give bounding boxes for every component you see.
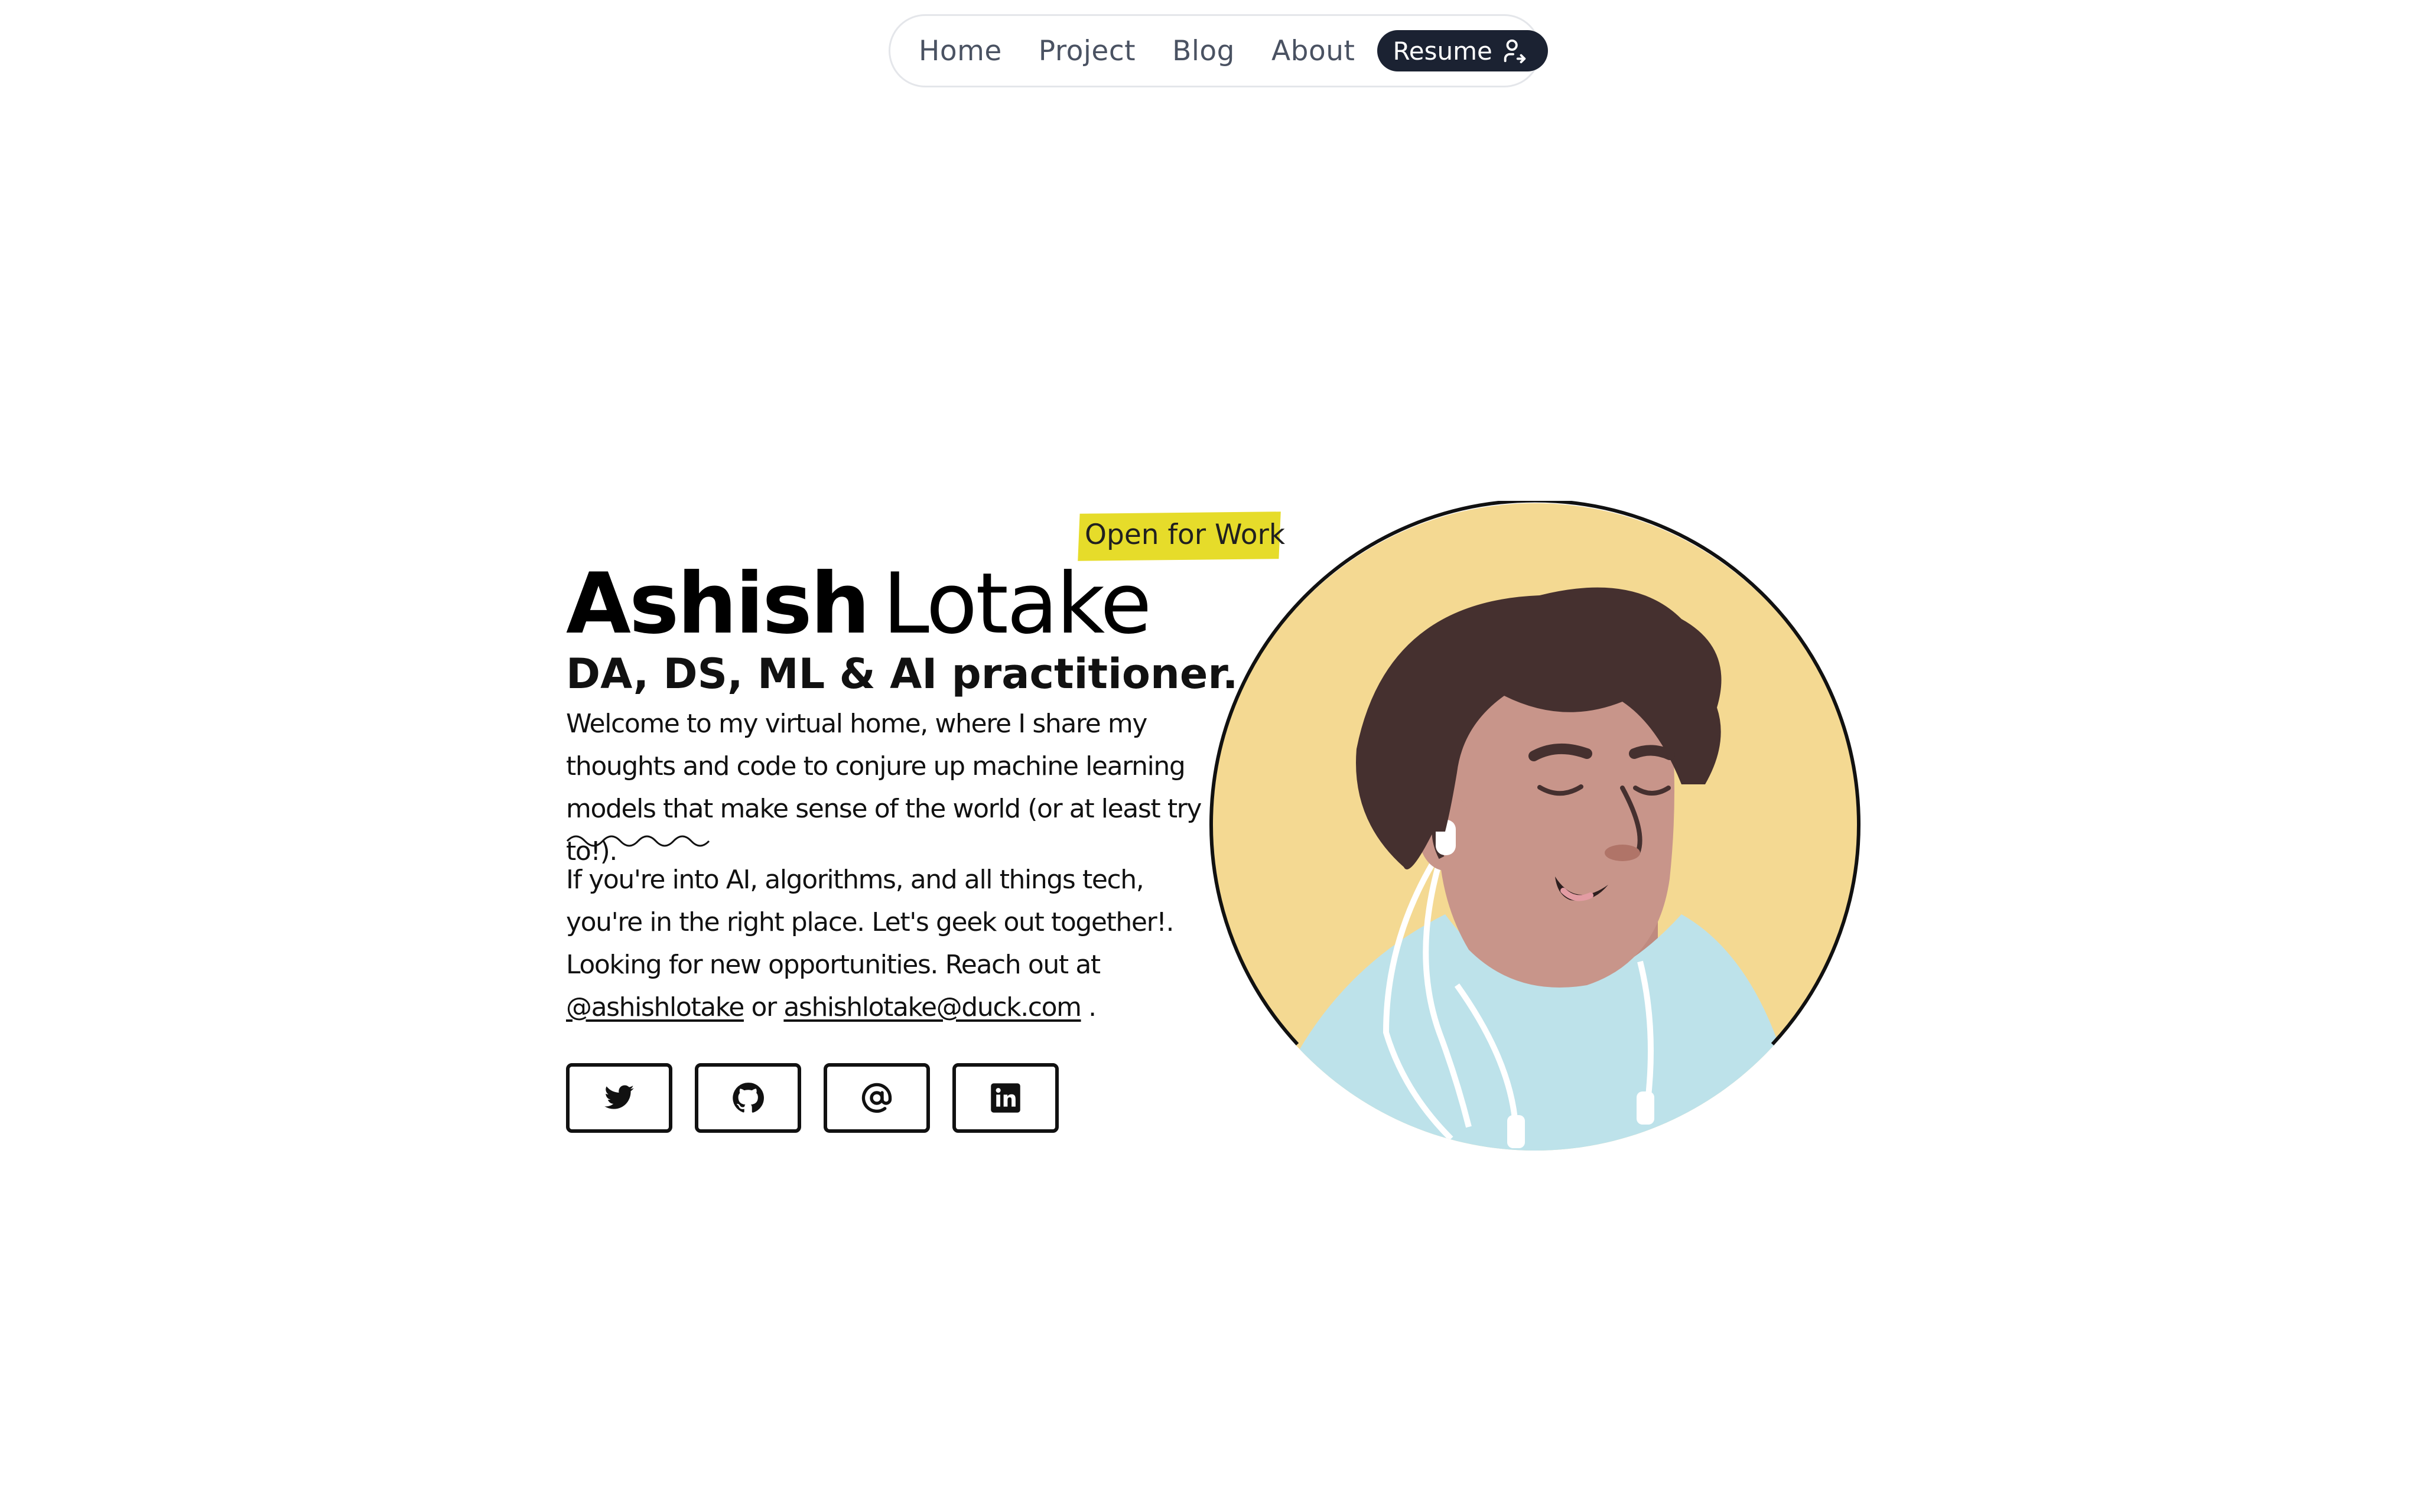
hero-name: Ashish Lotake <box>566 554 1152 654</box>
linkedin-icon <box>991 1083 1020 1113</box>
at-sign-icon <box>861 1083 892 1113</box>
nav-about-link[interactable]: About <box>1271 35 1355 67</box>
resume-button[interactable]: Resume <box>1377 30 1548 71</box>
github-button[interactable] <box>695 1063 801 1133</box>
social-links <box>566 1063 1059 1133</box>
pitch-end: . <box>1088 992 1097 1022</box>
pitch-paragraph: If you're into AI, algorithms, and all t… <box>566 859 1222 1029</box>
pitch-text: If you're into AI, algorithms, and all t… <box>566 865 1174 980</box>
twitter-icon <box>604 1085 634 1109</box>
email-link[interactable]: ashishlotake@duck.com <box>783 992 1082 1022</box>
email-button[interactable] <box>824 1063 930 1133</box>
avatar <box>1209 501 1860 1151</box>
user-arrow-icon <box>1504 39 1526 64</box>
last-name: Lotake <box>882 555 1152 653</box>
connector-text: or <box>751 992 778 1022</box>
resume-label: Resume <box>1393 36 1492 66</box>
linkedin-button[interactable] <box>952 1063 1059 1133</box>
twitter-handle-link[interactable]: @ashishlotake <box>566 992 744 1022</box>
nav-home-link[interactable]: Home <box>919 35 1002 67</box>
twitter-button[interactable] <box>566 1063 672 1133</box>
first-name: Ashish <box>566 555 870 653</box>
nav-project-link[interactable]: Project <box>1039 35 1136 67</box>
nav-blog-link[interactable]: Blog <box>1172 35 1235 67</box>
github-icon <box>733 1083 764 1113</box>
hero-tagline: DA, DS, ML & AI practitioner. <box>566 650 1238 698</box>
squiggle-divider <box>566 835 710 847</box>
top-nav: Home Project Blog About Resume <box>889 14 1548 87</box>
